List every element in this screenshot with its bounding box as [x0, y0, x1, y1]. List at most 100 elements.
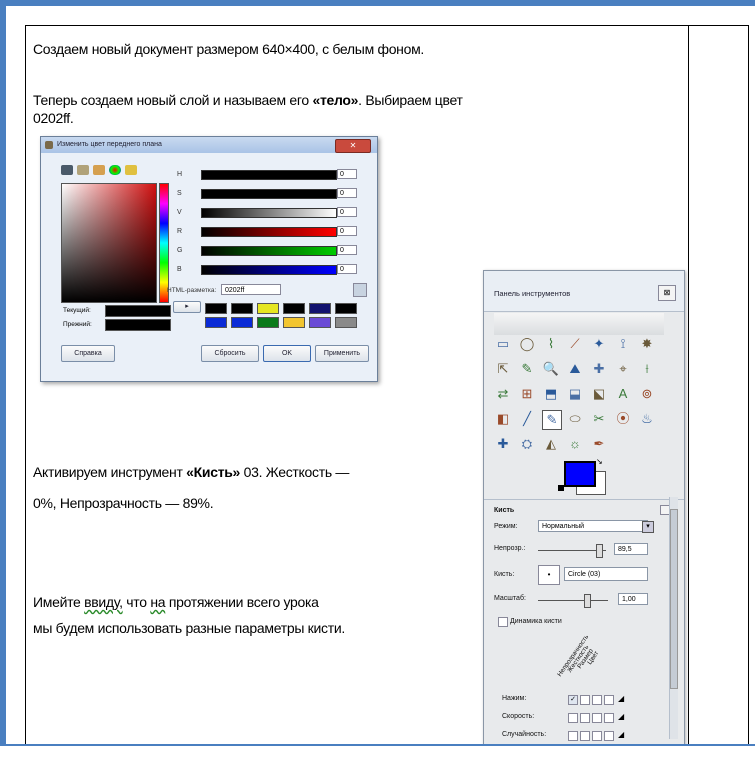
paintbrush-icon[interactable]: ✎	[542, 410, 562, 430]
brush-icon[interactable]	[93, 165, 105, 175]
clone-icon[interactable]: ♨	[638, 410, 656, 428]
dynamics-checkbox[interactable]	[580, 713, 590, 723]
dynamics-checkbox[interactable]	[568, 731, 578, 741]
spin-r[interactable]: 0	[337, 226, 357, 236]
spin-h[interactable]: 0	[337, 169, 357, 179]
perspective-icon[interactable]: ⬓	[566, 385, 584, 403]
paths-icon[interactable]: ⇱	[494, 360, 512, 378]
color-history-swatch[interactable]	[205, 317, 227, 328]
opacity-knob[interactable]	[596, 544, 603, 558]
apply-button[interactable]: Применить	[315, 345, 369, 362]
lasso-icon[interactable]: ⌇	[542, 335, 560, 353]
bucket-fill-icon[interactable]: ◧	[494, 410, 512, 428]
dynamics-checkbox[interactable]	[604, 713, 614, 723]
scale-icon[interactable]: ⊞	[518, 385, 536, 403]
dynamics-checkbox[interactable]	[568, 713, 578, 723]
color-history-swatch[interactable]	[231, 303, 253, 314]
spin-b[interactable]: 0	[337, 264, 357, 274]
measure-icon[interactable]: ⛰	[566, 360, 584, 378]
scissors-select-icon[interactable]: ⟟	[614, 335, 632, 353]
slider-s[interactable]	[201, 189, 337, 199]
eyedropper-icon[interactable]	[61, 165, 73, 175]
color-picker-icon[interactable]: ✎	[518, 360, 536, 378]
slider-g[interactable]	[201, 246, 337, 256]
slider-v[interactable]	[201, 208, 337, 218]
dynamics-checkbox[interactable]	[604, 695, 614, 705]
slider-b[interactable]	[201, 265, 337, 275]
curve-icon[interactable]: ◢	[618, 694, 624, 703]
dodge-burn-icon[interactable]: ✒	[590, 435, 608, 453]
dynamics-checkbox[interactable]: ✓	[568, 695, 578, 705]
brush-preview-button[interactable]: •	[538, 565, 560, 585]
ellipse-select-icon[interactable]: ◯	[518, 335, 536, 353]
slider-r[interactable]	[201, 227, 337, 237]
color-history-swatch[interactable]	[309, 317, 331, 328]
reset-button[interactable]: Сбросить	[201, 345, 259, 362]
opacity-value[interactable]: 89,5	[614, 543, 648, 555]
eraser-icon[interactable]: ⬭	[566, 410, 584, 428]
scale-value[interactable]: 1,00	[618, 593, 648, 605]
dynamics-checkbox[interactable]	[592, 713, 602, 723]
channel-label-h[interactable]: H	[177, 171, 182, 178]
dynamics-checkbox[interactable]	[604, 731, 614, 741]
eyedropper-pick-icon[interactable]	[353, 283, 367, 297]
html-notation-input[interactable]: 0202ff	[221, 284, 281, 295]
blur-icon[interactable]: ◭	[542, 435, 560, 453]
swap-colors-icon[interactable]: ↘	[596, 457, 603, 466]
slider-h[interactable]	[201, 170, 337, 180]
color-history-swatch[interactable]	[257, 303, 279, 314]
toolbox-close-button[interactable]: ⊠	[658, 285, 676, 301]
ok-button[interactable]: OK	[263, 345, 311, 362]
cage-icon[interactable]: ⊚	[638, 385, 656, 403]
dynamics-checkbox[interactable]	[592, 731, 602, 741]
channel-label-s[interactable]: S	[177, 190, 182, 197]
color-history-swatch[interactable]	[309, 303, 331, 314]
chevron-down-icon[interactable]: ▾	[642, 521, 654, 533]
color-history-swatch[interactable]	[257, 317, 279, 328]
dynamics-checkbox[interactable]	[580, 695, 590, 705]
palette-icon[interactable]	[77, 165, 89, 175]
fuzzy-select-icon[interactable]: ⟋	[566, 335, 584, 353]
foreground-select-icon[interactable]: ✸	[638, 335, 656, 353]
channel-label-v[interactable]: V	[177, 209, 182, 216]
rect-select-icon[interactable]: ▭	[494, 335, 512, 353]
align-icon[interactable]: ⌖	[614, 360, 632, 378]
crop-icon[interactable]: ⟊	[638, 360, 656, 378]
zoom-icon[interactable]: 🔍	[542, 360, 560, 378]
watercolor-icon[interactable]	[125, 165, 137, 175]
close-button[interactable]: ✕	[335, 139, 371, 153]
dynamics-checkbox[interactable]	[580, 731, 590, 741]
color-history-swatch[interactable]	[335, 303, 357, 314]
ink-icon[interactable]: ⦿	[614, 410, 632, 428]
reset-colors-icon[interactable]	[558, 485, 564, 491]
spin-v[interactable]: 0	[337, 207, 357, 217]
curve-icon[interactable]: ◢	[618, 712, 624, 721]
hue-strip[interactable]	[159, 183, 169, 303]
toolbox-scroll-thumb[interactable]	[670, 509, 678, 689]
foreground-color[interactable]	[564, 461, 596, 487]
help-button[interactable]: Справка	[61, 345, 115, 362]
scale-knob[interactable]	[584, 594, 591, 608]
color-history-swatch[interactable]	[205, 303, 227, 314]
dynamics-expander[interactable]	[498, 617, 508, 627]
channel-label-b[interactable]: B	[177, 266, 182, 273]
pencil-icon[interactable]: ╱	[518, 410, 536, 428]
heal-icon[interactable]: ✚	[494, 435, 512, 453]
color-history-swatch[interactable]	[231, 317, 253, 328]
channel-label-g[interactable]: G	[177, 247, 182, 254]
color-history-swatch[interactable]	[283, 317, 305, 328]
wheel-icon[interactable]	[109, 165, 121, 175]
color-select-icon[interactable]: ✦	[590, 335, 608, 353]
rotate-icon[interactable]: ⇄	[494, 385, 512, 403]
channel-label-r[interactable]: R	[177, 228, 182, 235]
brush-name-field[interactable]: Circle (03)	[564, 567, 648, 581]
add-swatch-button[interactable]: ▸	[173, 301, 201, 313]
spin-g[interactable]: 0	[337, 245, 357, 255]
move-icon[interactable]: ✚	[590, 360, 608, 378]
color-gradient-square[interactable]	[61, 183, 157, 303]
dynamics-checkbox[interactable]	[592, 695, 602, 705]
mode-select[interactable]: Нормальный	[538, 520, 648, 532]
smudge-icon[interactable]: ☼	[566, 435, 584, 453]
color-history-swatch[interactable]	[283, 303, 305, 314]
airbrush-icon[interactable]: ✂	[590, 410, 608, 428]
